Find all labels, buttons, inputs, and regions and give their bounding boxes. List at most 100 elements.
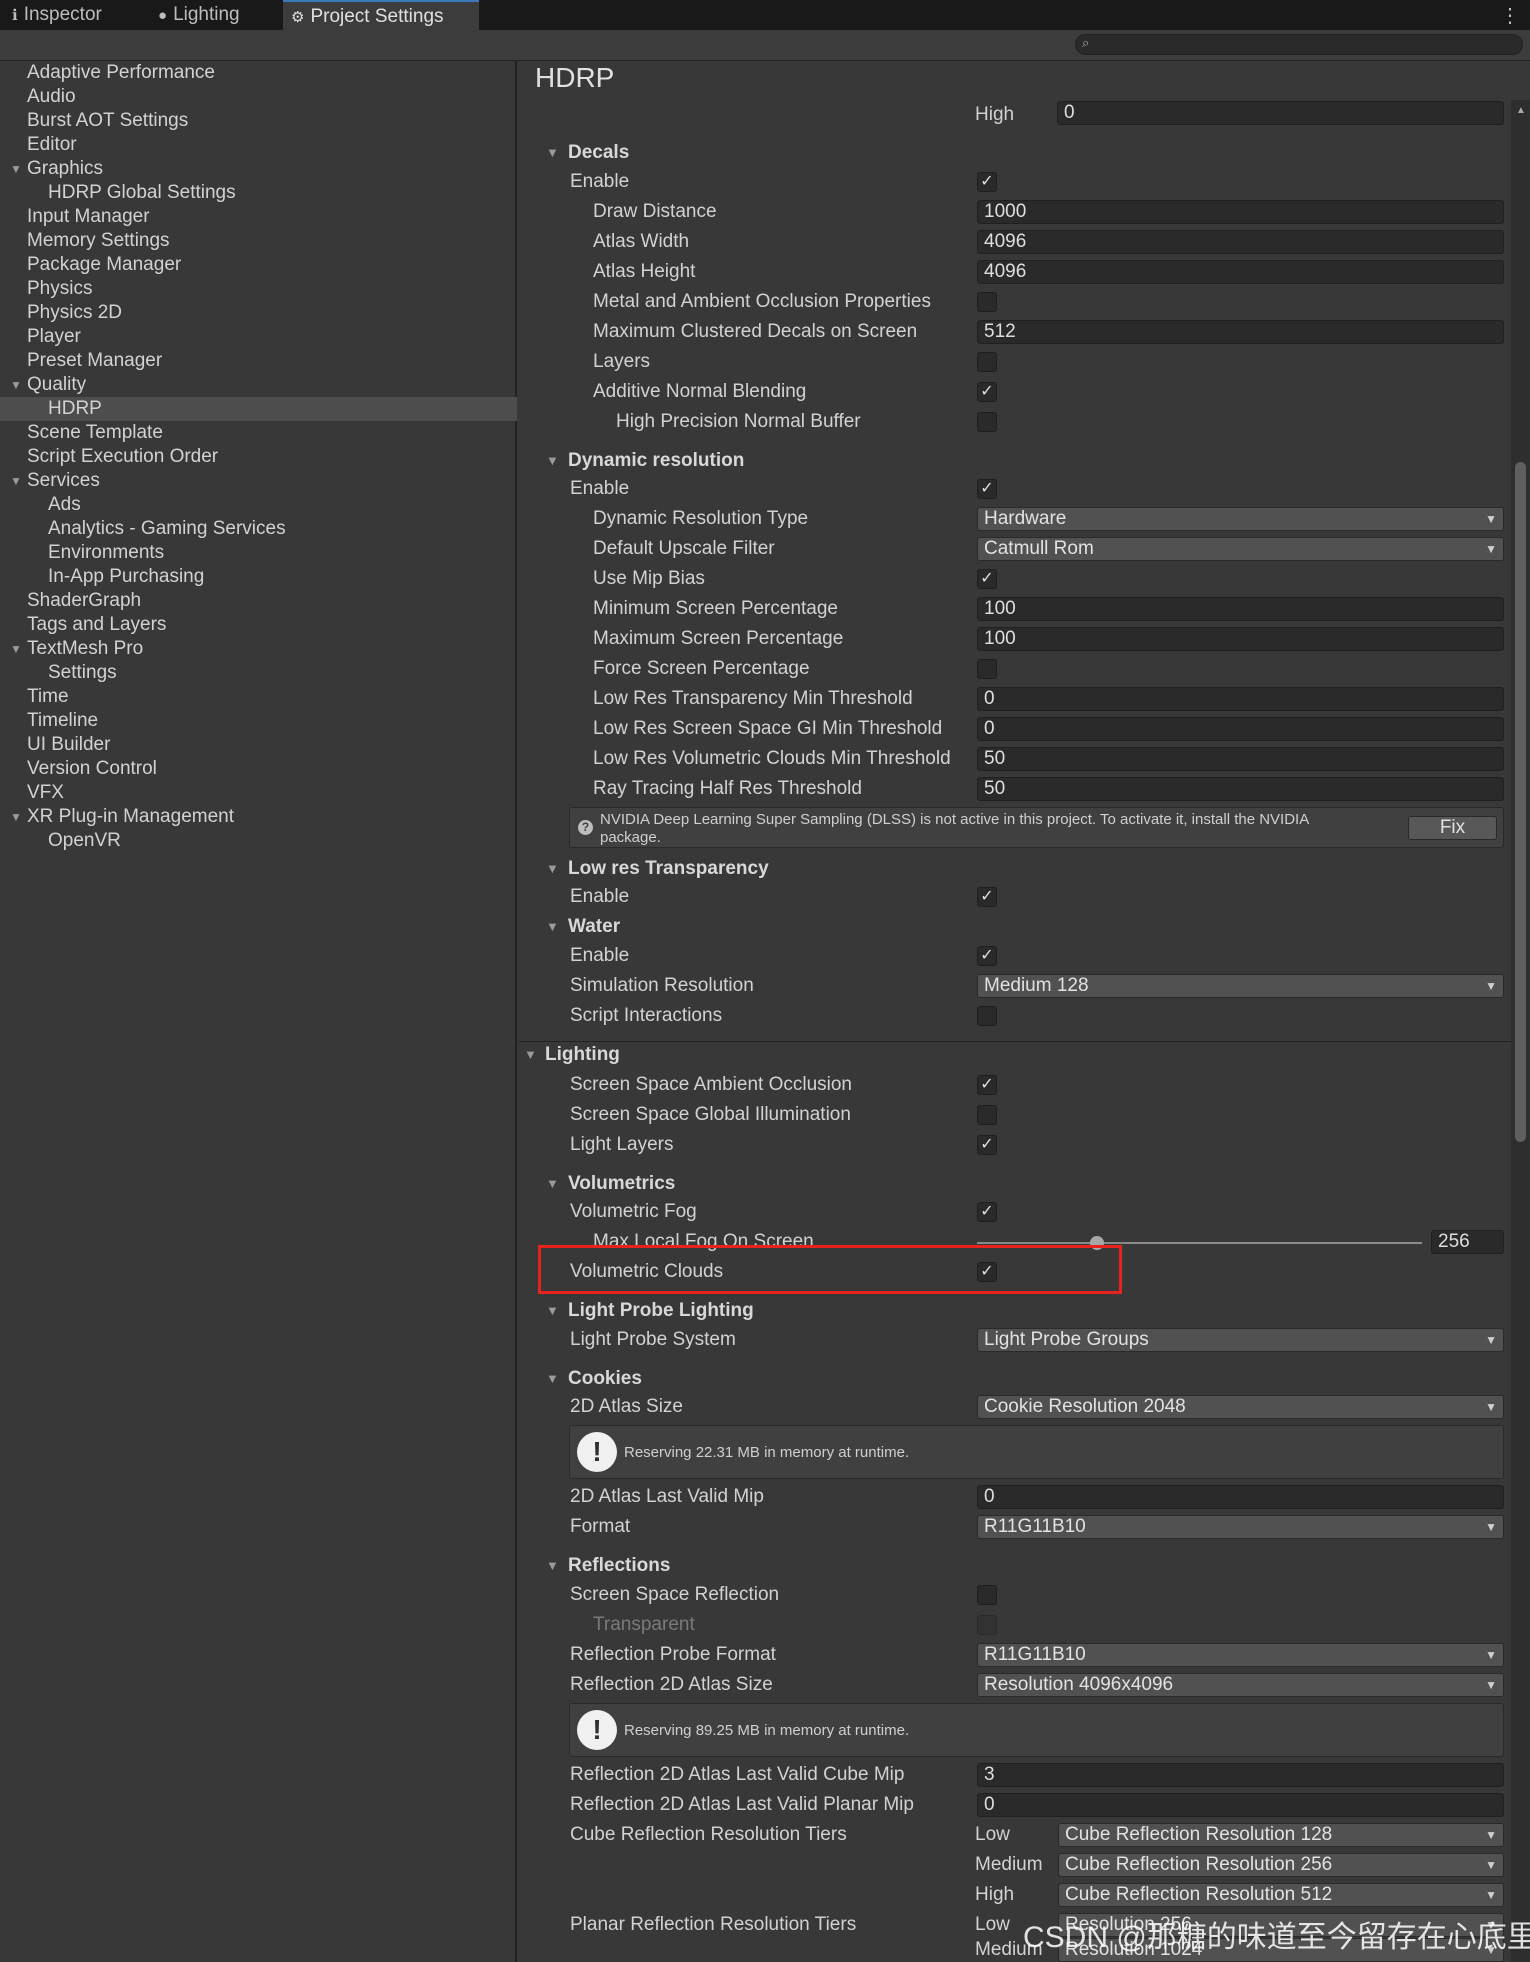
dropdown[interactable]: Light Probe Groups ▼ bbox=[977, 1328, 1504, 1352]
value-field[interactable]: 0 bbox=[977, 717, 1504, 741]
sidebar-item[interactable]: Editor bbox=[0, 133, 517, 157]
sidebar-item[interactable]: ▼ TextMesh Pro bbox=[0, 637, 517, 661]
sidebar-item[interactable]: Environments bbox=[0, 541, 517, 565]
dropdown[interactable]: Cube Reflection Resolution 128 ▼ bbox=[1058, 1823, 1504, 1847]
sidebar-item[interactable]: UI Builder bbox=[0, 733, 517, 757]
sidebar-item[interactable]: Timeline bbox=[0, 709, 517, 733]
sidebar-item[interactable]: Player bbox=[0, 325, 517, 349]
value-field[interactable]: 100 bbox=[977, 597, 1504, 621]
checkbox[interactable] bbox=[977, 352, 997, 372]
dropdown[interactable]: Medium 128 ▼ bbox=[977, 974, 1504, 998]
sidebar-item[interactable]: Ads bbox=[0, 493, 517, 517]
sidebar-item[interactable]: Version Control bbox=[0, 757, 517, 781]
checkbox[interactable]: ✓ bbox=[977, 1075, 997, 1095]
sidebar-item[interactable]: Script Execution Order bbox=[0, 445, 517, 469]
value-field[interactable]: 512 bbox=[977, 320, 1504, 344]
sidebar-item[interactable]: Physics 2D bbox=[0, 301, 517, 325]
expand-triangle-icon[interactable]: ▼ bbox=[10, 805, 22, 829]
sidebar-item[interactable]: HDRP Global Settings bbox=[0, 181, 517, 205]
sidebar-item[interactable]: Burst AOT Settings bbox=[0, 109, 517, 133]
tab-lighting[interactable]: ● Lighting bbox=[158, 0, 258, 30]
value-field[interactable]: 50 bbox=[977, 777, 1504, 801]
sidebar-item[interactable]: ShaderGraph bbox=[0, 589, 517, 613]
checkbox[interactable] bbox=[977, 1105, 997, 1125]
sidebar-item[interactable]: ▼ Quality bbox=[0, 373, 517, 397]
foldout-triangle-icon[interactable]: ▼ bbox=[524, 1043, 537, 1067]
sidebar-item[interactable]: In-App Purchasing bbox=[0, 565, 517, 589]
dropdown[interactable]: Cube Reflection Resolution 256 ▼ bbox=[1058, 1853, 1504, 1877]
foldout-triangle-icon[interactable]: ▼ bbox=[546, 449, 559, 473]
more-menu-icon[interactable]: ⋮ bbox=[1500, 3, 1520, 28]
value-field[interactable]: 4096 bbox=[977, 260, 1504, 284]
checkbox[interactable]: ✓ bbox=[977, 1135, 997, 1155]
checkbox[interactable] bbox=[977, 1585, 997, 1605]
dropdown[interactable]: R11G11B10 ▼ bbox=[977, 1643, 1504, 1667]
checkbox[interactable] bbox=[977, 412, 997, 432]
sidebar-item[interactable]: Scene Template bbox=[0, 421, 517, 445]
value-field[interactable]: 3 bbox=[977, 1763, 1504, 1787]
vertical-scrollbar[interactable] bbox=[1511, 100, 1530, 1962]
sidebar-item[interactable]: Preset Manager bbox=[0, 349, 517, 373]
foldout-triangle-icon[interactable]: ▼ bbox=[546, 915, 559, 939]
checkbox[interactable]: ✓ bbox=[977, 1202, 997, 1222]
checkbox[interactable]: ✓ bbox=[977, 569, 997, 589]
checkbox[interactable] bbox=[977, 292, 997, 312]
checkbox[interactable]: ✓ bbox=[977, 382, 997, 402]
sidebar-item[interactable]: Physics bbox=[0, 277, 517, 301]
checkbox[interactable]: ✓ bbox=[977, 172, 997, 192]
sidebar-item[interactable]: HDRP bbox=[0, 397, 517, 421]
foldout-triangle-icon[interactable]: ▼ bbox=[546, 1554, 559, 1578]
sidebar-item[interactable]: ▼ XR Plug-in Management bbox=[0, 805, 517, 829]
sidebar-item[interactable]: Input Manager bbox=[0, 205, 517, 229]
sidebar-item[interactable]: ▼ Graphics bbox=[0, 157, 517, 181]
slider-track[interactable] bbox=[977, 1242, 1422, 1244]
dropdown[interactable]: Resolution 4096x4096 ▼ bbox=[977, 1673, 1504, 1697]
sidebar-item[interactable]: Time bbox=[0, 685, 517, 709]
foldout-triangle-icon[interactable]: ▼ bbox=[546, 1172, 559, 1196]
foldout-triangle-icon[interactable]: ▼ bbox=[546, 1299, 559, 1323]
value-field[interactable]: 50 bbox=[977, 747, 1504, 771]
search-input[interactable]: ⌕ bbox=[1075, 34, 1523, 55]
dropdown[interactable]: Cube Reflection Resolution 512 ▼ bbox=[1058, 1883, 1504, 1907]
checkbox[interactable]: ✓ bbox=[977, 946, 997, 966]
sidebar-item[interactable]: OpenVR bbox=[0, 829, 517, 853]
sidebar-item[interactable]: Memory Settings bbox=[0, 229, 517, 253]
checkbox[interactable]: ✓ bbox=[977, 479, 997, 499]
value-field[interactable]: 1000 bbox=[977, 200, 1504, 224]
checkbox[interactable] bbox=[977, 1615, 997, 1635]
sidebar-item[interactable]: VFX bbox=[0, 781, 517, 805]
foldout-triangle-icon[interactable]: ▼ bbox=[546, 1367, 559, 1391]
sidebar-item[interactable]: Analytics - Gaming Services bbox=[0, 517, 517, 541]
sidebar-item[interactable]: Adaptive Performance bbox=[0, 61, 517, 85]
sidebar-item[interactable]: Settings bbox=[0, 661, 517, 685]
checkbox[interactable]: ✓ bbox=[977, 887, 997, 907]
tab-inspector[interactable]: ℹ Inspector bbox=[12, 0, 124, 30]
fix-button[interactable]: Fix bbox=[1408, 816, 1497, 840]
slider-value-field[interactable]: 256 bbox=[1431, 1230, 1504, 1254]
expand-triangle-icon[interactable]: ▼ bbox=[10, 469, 22, 493]
sidebar-item[interactable]: Package Manager bbox=[0, 253, 517, 277]
checkbox[interactable] bbox=[977, 659, 997, 679]
foldout-triangle-icon[interactable]: ▼ bbox=[546, 141, 559, 165]
scrollbar-thumb[interactable] bbox=[1515, 462, 1526, 1142]
dropdown[interactable]: R11G11B10 ▼ bbox=[977, 1515, 1504, 1539]
value-field[interactable]: 0 bbox=[977, 1485, 1504, 1509]
checkbox[interactable] bbox=[977, 1006, 997, 1026]
dropdown[interactable]: Cookie Resolution 2048 ▼ bbox=[977, 1395, 1504, 1419]
quality-value-field[interactable]: 0 bbox=[1057, 101, 1504, 125]
value-field[interactable]: 0 bbox=[977, 1793, 1504, 1817]
dropdown[interactable]: Hardware ▼ bbox=[977, 507, 1504, 531]
expand-triangle-icon[interactable]: ▼ bbox=[10, 157, 22, 181]
value-field[interactable]: 4096 bbox=[977, 230, 1504, 254]
tab-project-settings[interactable]: ⚙ Project Settings bbox=[283, 0, 479, 30]
sidebar-item[interactable]: Tags and Layers bbox=[0, 613, 517, 637]
sidebar-item[interactable]: ▼ Services bbox=[0, 469, 517, 493]
sidebar-item[interactable]: Audio bbox=[0, 85, 517, 109]
value-field[interactable]: 100 bbox=[977, 627, 1504, 651]
value-field[interactable]: 0 bbox=[977, 687, 1504, 711]
scroll-up-icon[interactable]: ▲ bbox=[1516, 105, 1526, 116]
foldout-triangle-icon[interactable]: ▼ bbox=[546, 857, 559, 881]
expand-triangle-icon[interactable]: ▼ bbox=[10, 637, 22, 661]
expand-triangle-icon[interactable]: ▼ bbox=[10, 373, 22, 397]
dropdown[interactable]: Catmull Rom ▼ bbox=[977, 537, 1504, 561]
